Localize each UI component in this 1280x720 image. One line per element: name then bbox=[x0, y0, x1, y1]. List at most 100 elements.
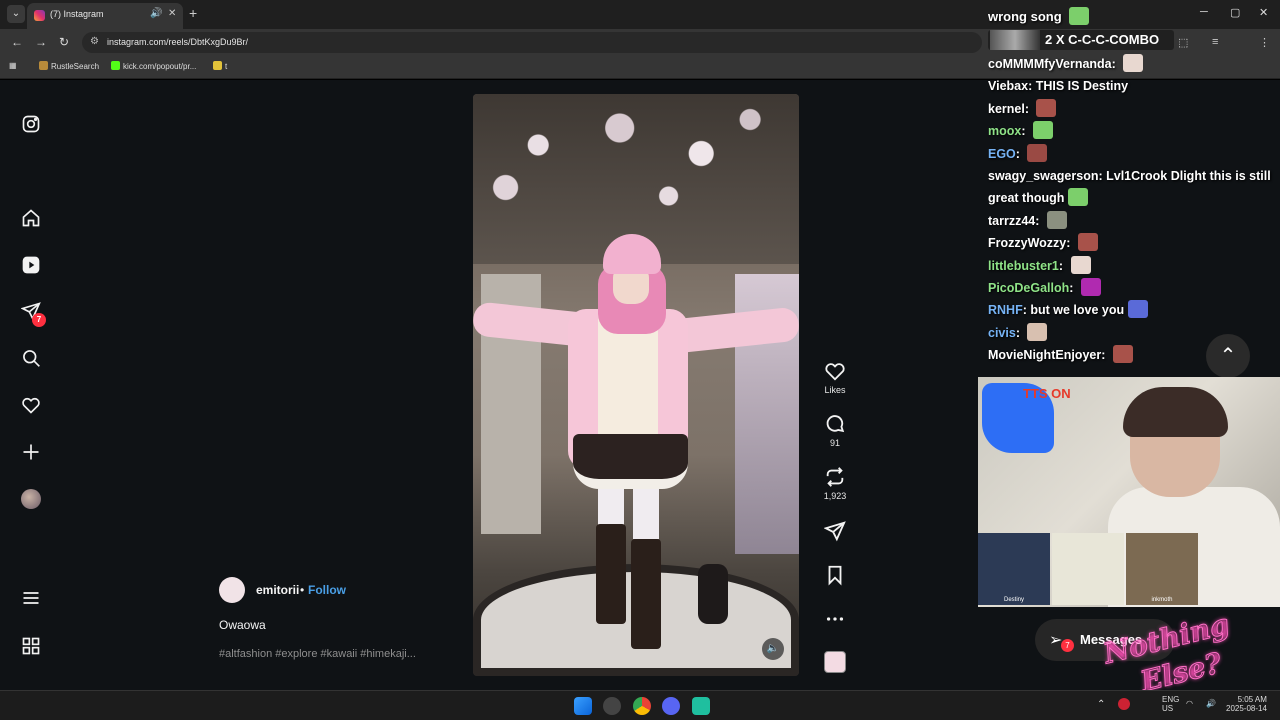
bookmark-icon bbox=[828, 565, 842, 586]
chat-emote bbox=[1068, 188, 1089, 207]
chat-colon: : bbox=[1098, 169, 1107, 184]
reel-video[interactable] bbox=[473, 94, 799, 676]
tray-app-icon[interactable] bbox=[1118, 698, 1130, 710]
comment-button[interactable]: 91 bbox=[820, 413, 850, 448]
chrome-icon[interactable] bbox=[633, 697, 651, 715]
combo-banner: 2 X C-C-C-COMBO bbox=[988, 30, 1174, 50]
kick-favicon-icon bbox=[111, 61, 120, 70]
chat-username[interactable]: Viebax bbox=[988, 79, 1028, 93]
clock-app-icon[interactable] bbox=[603, 697, 621, 715]
repost-icon bbox=[826, 467, 844, 487]
boot-right bbox=[631, 539, 661, 649]
tab-search-button[interactable]: ⌄ bbox=[7, 5, 25, 23]
volume-tray-icon[interactable]: 🔊 bbox=[1206, 699, 1216, 708]
chat-username[interactable]: tarrzz44 bbox=[988, 214, 1035, 228]
scroll-up-button[interactable]: ⌃ bbox=[1206, 334, 1250, 378]
windows-start-icon[interactable] bbox=[574, 697, 592, 715]
volume-icon[interactable]: 🔈 bbox=[762, 638, 784, 660]
clock[interactable]: 5:05 AM 2025-08-14 bbox=[1226, 695, 1267, 713]
chat-emote bbox=[1070, 255, 1091, 274]
chat-emote bbox=[1069, 7, 1090, 25]
tray-overflow-icon[interactable]: ⌃ bbox=[1097, 699, 1105, 710]
reload-button[interactable]: ↻ bbox=[59, 35, 69, 49]
tts-label: TTS ON bbox=[1023, 386, 1071, 401]
lang-bottom: US bbox=[1162, 704, 1174, 713]
chat-username[interactable]: swagy_swagerson bbox=[988, 169, 1098, 183]
cream-blouse bbox=[598, 314, 658, 454]
chat-colon: : bbox=[1111, 57, 1120, 71]
chat-username[interactable]: littlebuster1 bbox=[988, 259, 1059, 273]
chat-message: PicoDeGalloh: bbox=[988, 277, 1278, 299]
bookmark-label: t bbox=[225, 62, 228, 71]
combo-emote bbox=[990, 30, 1040, 50]
more-options-button[interactable] bbox=[820, 608, 850, 630]
like-button[interactable]: Likes bbox=[820, 360, 850, 395]
streamer-hair bbox=[1123, 387, 1228, 437]
bookmark-t[interactable]: t bbox=[213, 61, 227, 71]
audio-thumbnail[interactable] bbox=[824, 651, 846, 673]
chat-username[interactable]: civis bbox=[988, 326, 1016, 340]
tab-close-icon[interactable]: ✕ bbox=[168, 8, 176, 19]
combo-text: 2 X C-C-C-COMBO bbox=[1045, 32, 1160, 47]
rustlesearch-favicon-icon bbox=[39, 61, 48, 70]
chat-emote bbox=[1046, 210, 1067, 229]
chat-colon: : bbox=[1024, 101, 1033, 116]
menu-icon[interactable] bbox=[21, 588, 41, 608]
notification-badge: 7 bbox=[32, 313, 46, 327]
reels-icon[interactable] bbox=[21, 255, 41, 275]
chat-text: but we love you bbox=[1030, 303, 1125, 318]
reel-hashtags[interactable]: #altfashion #explore #kawaii #himekaji..… bbox=[219, 648, 416, 660]
language-indicator[interactable]: ENG US bbox=[1162, 695, 1179, 713]
chat-message: littlebuster1: bbox=[988, 255, 1278, 277]
more-apps-icon[interactable] bbox=[21, 636, 41, 656]
author-avatar[interactable] bbox=[219, 577, 245, 603]
bookmark-rustlesearch[interactable]: RustleSearch bbox=[39, 61, 99, 71]
home-icon[interactable] bbox=[21, 208, 41, 228]
chat-emote bbox=[1123, 54, 1144, 72]
share-button[interactable] bbox=[820, 520, 850, 542]
windows-taskbar: ⌃ ENG US ◠ 🔊 5:05 AM 2025-08-14 bbox=[0, 690, 1280, 720]
chat-username[interactable]: MovieNightEnjoyer bbox=[988, 348, 1101, 362]
black-skirt bbox=[573, 434, 688, 489]
chat-top-message: wrong song bbox=[988, 7, 1090, 25]
repost-button[interactable]: 1,923 bbox=[820, 466, 850, 501]
search-icon[interactable] bbox=[21, 348, 41, 368]
save-button[interactable] bbox=[820, 564, 850, 586]
separator-dot: • bbox=[300, 583, 305, 597]
heart-icon[interactable] bbox=[21, 395, 41, 415]
profile-avatar[interactable] bbox=[21, 489, 41, 509]
chat-emote bbox=[1027, 143, 1048, 162]
follow-button[interactable]: Follow bbox=[308, 583, 346, 597]
plus-icon[interactable] bbox=[21, 442, 41, 462]
wifi-icon[interactable]: ◠ bbox=[1186, 699, 1193, 708]
bookmark-kick[interactable]: kick.com/popout/pr... bbox=[111, 61, 196, 71]
chat-message: coMMMMfyVernanda: bbox=[988, 53, 1278, 75]
author-username[interactable]: emitorii bbox=[256, 583, 299, 597]
address-bar[interactable]: ⚙ instagram.com/reels/DbtKxgDu9Br/ bbox=[82, 32, 982, 53]
chat-emote bbox=[1036, 98, 1057, 117]
chat-username[interactable]: FrozzyWozzy bbox=[988, 236, 1066, 250]
cam-tile-label: Destiny bbox=[1003, 597, 1024, 603]
site-info-icon[interactable]: ⚙ bbox=[90, 36, 99, 47]
instagram-logo-icon[interactable] bbox=[21, 114, 41, 134]
apps-grid-icon[interactable]: ▦ bbox=[9, 61, 17, 70]
send-icon bbox=[824, 521, 846, 542]
chat-colon: : bbox=[1015, 325, 1024, 340]
chat-username[interactable]: kernel bbox=[988, 102, 1025, 116]
audio-app-icon[interactable] bbox=[692, 697, 710, 715]
reposts-count: 1,923 bbox=[823, 491, 847, 501]
chat-username[interactable]: RNHF bbox=[988, 303, 1023, 317]
chat-username[interactable]: EGO bbox=[988, 147, 1016, 161]
discord-icon[interactable] bbox=[662, 697, 680, 715]
chat-username[interactable]: moox bbox=[988, 124, 1021, 138]
streamer-webcam: TTS ON Destiny inkmoth bbox=[978, 377, 1280, 607]
new-tab-button[interactable]: + bbox=[189, 5, 197, 21]
speaker-icon[interactable]: 🔊 bbox=[150, 8, 162, 19]
boot-left bbox=[596, 524, 626, 624]
chat-username[interactable]: coMMMMfyVernanda bbox=[988, 57, 1112, 71]
chat-username[interactable]: PicoDeGalloh bbox=[988, 281, 1069, 295]
bookmark-favicon-icon bbox=[213, 61, 222, 70]
browser-tab[interactable]: (7) Instagram 🔊 ✕ bbox=[27, 3, 183, 29]
forward-button[interactable]: → bbox=[35, 35, 47, 49]
back-button[interactable]: ← bbox=[11, 35, 23, 49]
